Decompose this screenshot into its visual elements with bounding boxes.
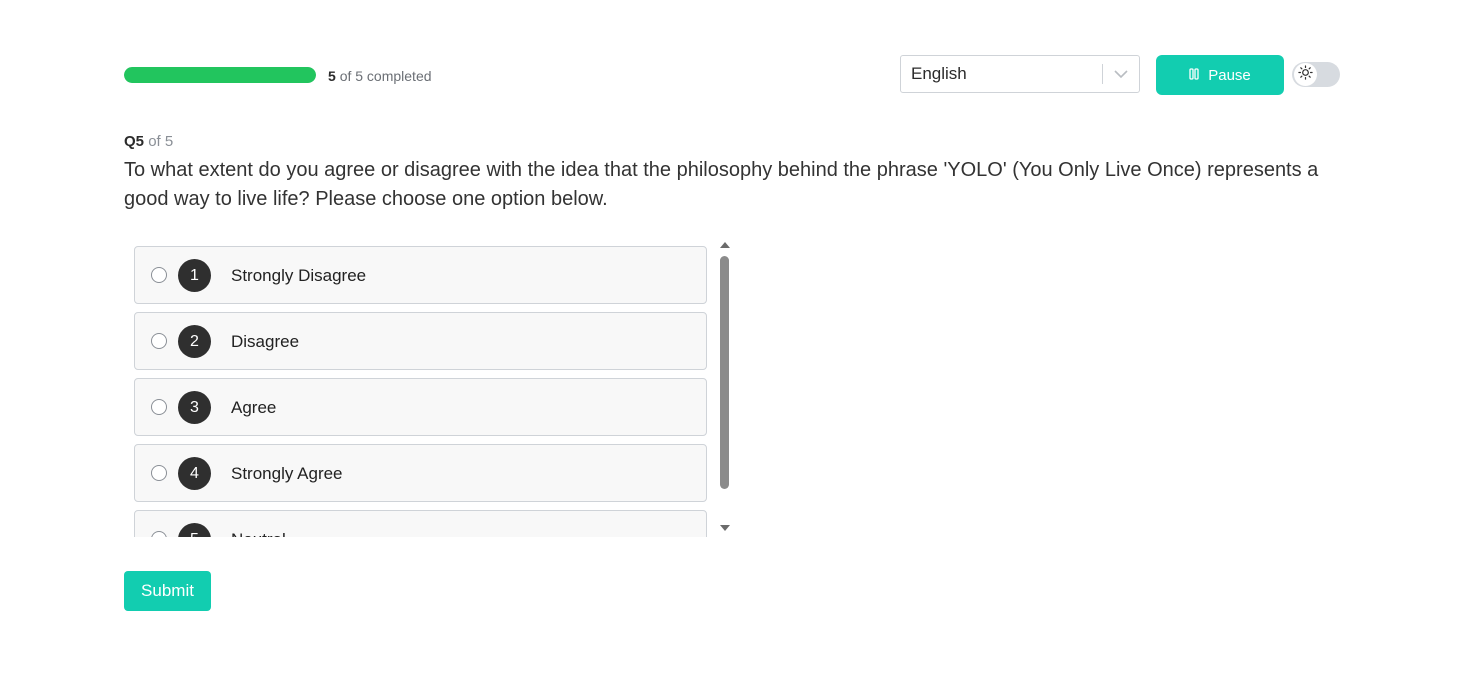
pause-button-label: Pause — [1208, 66, 1251, 84]
pause-button[interactable]: Pause — [1156, 55, 1284, 95]
chevron-down-icon[interactable] — [1103, 56, 1139, 92]
option-number-badge: 4 — [178, 457, 211, 490]
language-select-value: English — [911, 64, 967, 83]
radio-button[interactable] — [151, 531, 167, 537]
survey-page: 5 of 5 completed English Pause Q5 of 5 T… — [0, 0, 1461, 673]
scroll-down-arrow-icon[interactable] — [720, 525, 730, 531]
question-text: To what extent do you agree or disagree … — [124, 159, 1319, 210]
progress-bar — [124, 67, 316, 83]
option-number-badge: 5 — [178, 523, 211, 537]
option-number-badge: 2 — [178, 325, 211, 358]
theme-toggle[interactable] — [1292, 62, 1340, 87]
progress-completed-count: 5 — [328, 68, 336, 84]
radio-button[interactable] — [151, 399, 167, 415]
progress-bar-fill — [124, 67, 316, 83]
option-label: Neutral — [231, 529, 286, 537]
option-agree[interactable]: 3 Agree — [134, 378, 707, 436]
radio-button[interactable] — [151, 267, 167, 283]
question-current: Q5 — [124, 133, 145, 150]
options-scrollbar[interactable] — [718, 240, 732, 537]
option-neutral[interactable]: 5 Neutral — [134, 510, 707, 537]
sun-icon — [1298, 64, 1313, 85]
progress-text: 5 of 5 completed — [328, 67, 432, 85]
pause-icon — [1189, 67, 1199, 84]
submit-button[interactable]: Submit — [124, 571, 211, 611]
radio-button[interactable] — [151, 465, 167, 481]
toggle-knob — [1294, 63, 1317, 86]
language-select[interactable]: English — [900, 55, 1140, 93]
option-label: Strongly Agree — [231, 464, 343, 483]
option-number-badge: 1 — [178, 259, 211, 292]
progress-suffix: of 5 completed — [339, 68, 432, 84]
question-total: of 5 — [148, 133, 174, 150]
question-number: Q5 of 5 — [124, 133, 173, 151]
option-strongly-disagree[interactable]: 1 Strongly Disagree — [134, 246, 707, 304]
options-list[interactable]: 1 Strongly Disagree 2 Disagree 3 Agree 4… — [134, 240, 734, 537]
option-strongly-agree[interactable]: 4 Strongly Agree — [134, 444, 707, 502]
option-label: Disagree — [231, 332, 300, 351]
scrollbar-thumb[interactable] — [720, 256, 729, 489]
scroll-up-arrow-icon[interactable] — [720, 242, 730, 248]
option-disagree[interactable]: 2 Disagree — [134, 312, 707, 370]
option-number-badge: 3 — [178, 391, 211, 424]
option-label: Agree — [231, 398, 277, 417]
radio-button[interactable] — [151, 333, 167, 349]
option-label: Strongly Disagree — [231, 266, 367, 285]
